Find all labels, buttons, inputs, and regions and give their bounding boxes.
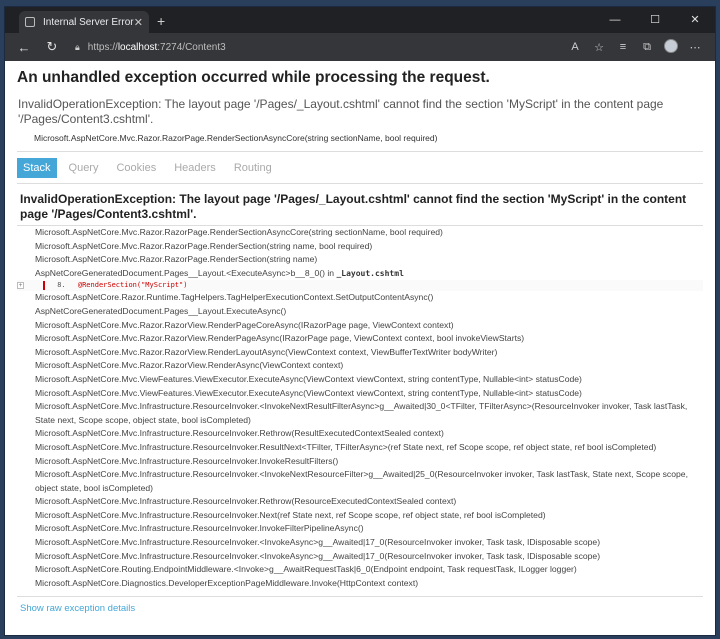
stack-frame: Microsoft.AspNetCore.Mvc.Razor.RazorView… — [35, 346, 498, 357]
lock-icon[interactable]: 🔒︎ — [75, 42, 80, 53]
page-icon — [25, 17, 35, 27]
toolbar-icons: A ☆ ≡ ⧉ ⋯ — [563, 38, 707, 56]
highlight-marker — [43, 280, 45, 290]
stack-frame: Microsoft.AspNetCore.Mvc.Infrastructure.… — [35, 428, 444, 439]
browser-window: Internal Server Error ✕ + — ☐ ✕ ← ↻ 🔒︎ h… — [4, 6, 716, 636]
stack-frame: Microsoft.AspNetCore.Mvc.Infrastructure.… — [35, 496, 457, 507]
address-bar[interactable]: 🔒︎ https://localhost:7274/Content3 — [69, 36, 563, 58]
divider — [17, 596, 703, 598]
stack-frame: Microsoft.AspNetCore.Mvc.Infrastructure.… — [35, 401, 688, 425]
frame-file: _Layout.cshtml — [336, 268, 404, 278]
stack-frame: Microsoft.AspNetCore.Mvc.ViewFeatures.Vi… — [35, 373, 582, 384]
tab-cookies[interactable]: Cookies — [110, 158, 162, 178]
close-tab-icon[interactable]: ✕ — [134, 16, 143, 29]
raw-exception-link[interactable]: Show raw exception details — [20, 603, 703, 614]
stack-frame: Microsoft.AspNetCore.Mvc.Infrastructure.… — [35, 455, 339, 466]
stack-frame: Microsoft.AspNetCore.Mvc.Razor.RazorView… — [35, 360, 344, 371]
stack-frame: Microsoft.AspNetCore.Mvc.Infrastructure.… — [35, 441, 657, 452]
source-line: + 8. @RenderSection("MyScript") — [17, 280, 703, 292]
read-aloud-icon[interactable]: A — [563, 41, 587, 53]
error-page: An unhandled exception occurred while pr… — [5, 61, 715, 614]
stack-frames: Microsoft.AspNetCore.Mvc.Razor.RazorPage… — [17, 225, 703, 590]
star-icon[interactable]: ☆ — [587, 41, 611, 54]
stack-frame: Microsoft.AspNetCore.Mvc.Infrastructure.… — [35, 537, 601, 548]
divider — [17, 151, 703, 152]
stack-frame: AspNetCoreGeneratedDocument.Pages__Layou… — [35, 305, 287, 316]
minimize-button[interactable]: — — [595, 7, 635, 33]
tab-routing[interactable]: Routing — [228, 158, 278, 178]
url-prefix: https:// — [87, 41, 118, 53]
stack-frame: Microsoft.AspNetCore.Mvc.ViewFeatures.Vi… — [35, 387, 582, 398]
window-controls: — ☐ ✕ — [595, 7, 715, 33]
frame-method: AspNetCoreGeneratedDocument.Pages__Layou… — [35, 267, 337, 278]
stack-frame: Microsoft.AspNetCore.Routing.EndpointMid… — [35, 564, 577, 575]
stack-frame: Microsoft.AspNetCore.Mvc.Razor.RazorPage… — [35, 240, 373, 251]
refresh-icon[interactable]: ↻ — [41, 39, 63, 55]
stack-frame: Microsoft.AspNetCore.Mvc.Razor.RazorPage… — [35, 254, 318, 265]
url-host: localhost — [117, 41, 158, 53]
exception-title: InvalidOperationException: The layout pa… — [20, 192, 687, 221]
stack-frame: Microsoft.AspNetCore.Razor.Runtime.TagHe… — [35, 292, 434, 303]
tab-strip: Internal Server Error ✕ + — ☐ ✕ — [5, 7, 715, 33]
page-title: An unhandled exception occurred while pr… — [17, 69, 490, 86]
close-window-button[interactable]: ✕ — [675, 7, 715, 33]
stack-frame: Microsoft.AspNetCore.Mvc.Infrastructure.… — [35, 509, 546, 520]
avatar[interactable] — [659, 38, 683, 56]
navigation-bar: ← ↻ 🔒︎ https://localhost:7274/Content3 A… — [5, 33, 715, 61]
stack-frame: Microsoft.AspNetCore.Mvc.Infrastructure.… — [35, 469, 688, 493]
expand-icon[interactable]: + — [17, 282, 24, 290]
stack-frame: AspNetCoreGeneratedDocument.Pages__Layou… — [35, 267, 703, 281]
exception-message: InvalidOperationException: The layout pa… — [18, 97, 664, 126]
browser-tab[interactable]: Internal Server Error ✕ — [19, 11, 149, 33]
more-icon[interactable]: ⋯ — [683, 41, 707, 54]
detail-tabs: Stack Query Cookies Headers Routing — [17, 158, 703, 178]
new-tab-button[interactable]: + — [157, 13, 165, 29]
divider — [17, 183, 703, 184]
stack-frame-list: Microsoft.AspNetCore.Razor.Runtime.TagHe… — [35, 291, 703, 590]
tab-query[interactable]: Query — [63, 158, 105, 178]
stack-frame: Microsoft.AspNetCore.Diagnostics.Develop… — [35, 577, 419, 588]
url-rest: :7274/Content3 — [157, 41, 226, 53]
arrow-left-icon[interactable]: ← — [13, 40, 35, 55]
tab-title: Internal Server Error — [43, 16, 134, 28]
tab-headers[interactable]: Headers — [168, 158, 222, 178]
source-code: @RenderSection("MyScript") — [77, 281, 188, 290]
stack-frame: Microsoft.AspNetCore.Mvc.Razor.RazorView… — [35, 333, 525, 344]
line-number: 8. — [57, 281, 66, 290]
favorites-icon[interactable]: ≡ — [611, 41, 635, 53]
maximize-button[interactable]: ☐ — [635, 7, 675, 33]
exception-location: Microsoft.AspNetCore.Mvc.Razor.RazorPage… — [34, 133, 438, 143]
stack-frame: Microsoft.AspNetCore.Mvc.Razor.RazorPage… — [35, 227, 443, 237]
stack-frame: Microsoft.AspNetCore.Mvc.Infrastructure.… — [35, 550, 601, 561]
stack-frame: Microsoft.AspNetCore.Mvc.Infrastructure.… — [35, 523, 364, 534]
tab-stack[interactable]: Stack — [17, 158, 57, 178]
stack-frame: Microsoft.AspNetCore.Mvc.Razor.RazorView… — [35, 319, 454, 330]
collections-icon[interactable]: ⧉ — [635, 41, 659, 54]
